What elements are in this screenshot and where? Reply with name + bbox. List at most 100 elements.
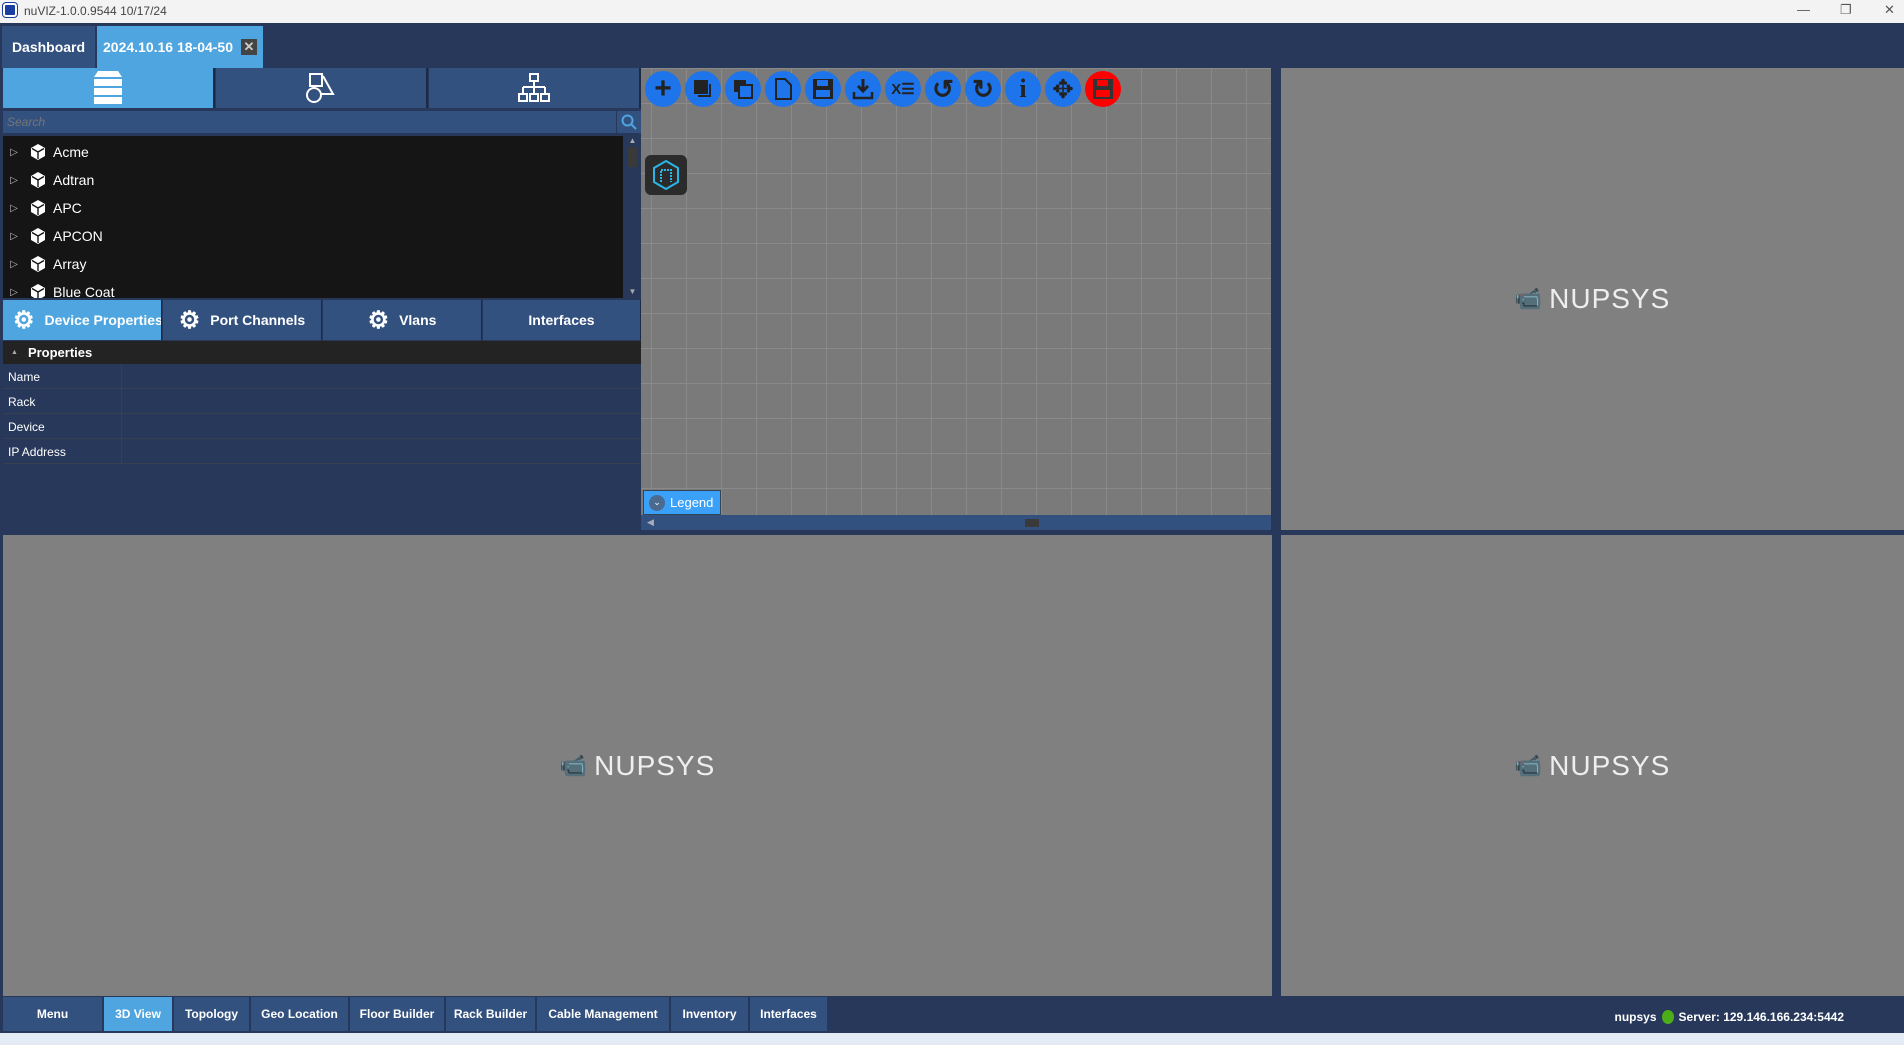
camera-icon: 📹 xyxy=(1514,286,1544,311)
redo-button[interactable]: ↻ xyxy=(965,71,1001,107)
nav-geo-location[interactable]: Geo Location xyxy=(251,997,349,1031)
legend-button[interactable]: ⌄ Legend xyxy=(643,490,721,515)
tree-item[interactable]: ▷ Array xyxy=(3,250,623,278)
undo-button[interactable]: ↺ xyxy=(925,71,961,107)
view-panel-top-right[interactable]: 📹 nupsys xyxy=(1281,68,1904,530)
expand-icon[interactable]: ▷ xyxy=(3,203,25,214)
username: nupsys xyxy=(1614,1010,1657,1024)
scroll-down-icon[interactable]: ▼ xyxy=(624,287,641,296)
scroll-thumb[interactable] xyxy=(628,147,637,167)
restore-button[interactable]: ❐ xyxy=(1840,2,1852,18)
nupsys-hex-button[interactable] xyxy=(645,155,687,195)
add-button[interactable]: + xyxy=(645,71,681,107)
expand-icon[interactable]: ▷ xyxy=(3,287,25,298)
excel-icon: X☰ xyxy=(891,81,915,98)
tab-interfaces[interactable]: Interfaces xyxy=(483,300,641,340)
tree-item[interactable]: ▷ Adtran xyxy=(3,166,623,194)
tab-devices[interactable] xyxy=(3,68,215,108)
tree-item-label: Acme xyxy=(53,144,89,160)
nav-rack-builder[interactable]: Rack Builder xyxy=(446,997,536,1031)
title-bar: nuVIZ-1.0.0.9544 10/17/24 — ❐ ✕ xyxy=(0,0,1904,23)
tab-label: Port Channels xyxy=(210,312,306,328)
nupsys-logo: 📹 nupsys xyxy=(1515,283,1671,315)
duplicate-button[interactable] xyxy=(725,71,761,107)
tree-item-label: APC xyxy=(53,200,82,216)
tree-item[interactable]: ▷ APCON xyxy=(3,222,623,250)
legend-label: Legend xyxy=(670,495,714,510)
nav-label: Geo Location xyxy=(261,1007,338,1021)
view-panel-bottom-right[interactable]: 📹 nupsys xyxy=(1281,535,1904,996)
cube-icon xyxy=(31,172,45,188)
close-tab-icon[interactable]: ✕ xyxy=(241,39,257,55)
logo-text: nupsys xyxy=(1549,283,1671,314)
canvas-horizontal-scrollbar[interactable]: ◀ xyxy=(641,515,1271,530)
tree-item-label: APCON xyxy=(53,228,103,244)
close-window-button[interactable]: ✕ xyxy=(1884,2,1895,18)
tree-item[interactable]: ▷ Blue Coat xyxy=(3,278,623,298)
nav-topology[interactable]: Topology xyxy=(174,997,250,1031)
scroll-left-icon[interactable]: ◀ xyxy=(647,517,654,528)
window-title: nuVIZ-1.0.0.9544 10/17/24 xyxy=(24,4,167,18)
property-row: Name xyxy=(3,364,641,389)
tab-session[interactable]: 2024.10.16 18-04-50 ✕ xyxy=(97,26,263,68)
document-tabs: Dashboard 2024.10.16 18-04-50 ✕ xyxy=(0,23,1904,68)
undo-icon: ↺ xyxy=(932,73,954,104)
scroll-thumb[interactable] xyxy=(1025,519,1039,527)
hierarchy-icon xyxy=(518,73,550,102)
minimize-button[interactable]: — xyxy=(1797,2,1810,17)
property-value[interactable] xyxy=(122,414,641,438)
tab-shapes[interactable] xyxy=(216,68,428,108)
nav-3d-view[interactable]: 3D View xyxy=(104,997,173,1031)
redo-icon: ↻ xyxy=(972,73,994,104)
tree-item-label: Blue Coat xyxy=(53,284,115,298)
tab-port-channels[interactable]: ⚙ Port Channels xyxy=(163,300,322,340)
copy-button[interactable] xyxy=(685,71,721,107)
tab-label: 2024.10.16 18-04-50 xyxy=(103,39,233,55)
new-file-button[interactable] xyxy=(765,71,801,107)
search-icon xyxy=(621,114,637,130)
property-value[interactable] xyxy=(122,439,641,463)
nav-cable-management[interactable]: Cable Management xyxy=(537,997,670,1031)
view-panel-3d[interactable]: 📹 nupsys xyxy=(3,535,1272,996)
expand-icon[interactable]: ▷ xyxy=(3,231,25,242)
tab-hierarchy[interactable] xyxy=(429,68,641,108)
scroll-up-icon[interactable]: ▲ xyxy=(624,136,641,145)
nav-label: Floor Builder xyxy=(359,1007,435,1021)
expand-icon[interactable]: ▷ xyxy=(3,147,25,158)
tab-vlans[interactable]: ⚙ Vlans xyxy=(323,300,482,340)
nav-label: 3D View xyxy=(115,1007,161,1021)
nav-interfaces[interactable]: Interfaces xyxy=(750,997,828,1031)
tree-item[interactable]: ▷ Acme xyxy=(3,138,623,166)
property-value[interactable] xyxy=(122,364,641,388)
search-input[interactable] xyxy=(3,111,616,133)
tree-item[interactable]: ▷ APC xyxy=(3,194,623,222)
save-button[interactable] xyxy=(805,71,841,107)
tab-device-properties[interactable]: ⚙ Device Properties xyxy=(3,300,162,340)
nav-label: Cable Management xyxy=(548,1007,658,1021)
search-button[interactable] xyxy=(617,111,641,133)
logo-text: nupsys xyxy=(1549,749,1671,781)
export-excel-button[interactable]: X☰ xyxy=(885,71,921,107)
collapse-icon[interactable]: ▲ xyxy=(11,349,18,356)
nav-menu[interactable]: Menu xyxy=(3,997,103,1031)
tree-scrollbar[interactable]: ▲ ▼ xyxy=(624,136,641,298)
chevron-down-icon: ⌄ xyxy=(649,494,665,511)
info-button[interactable]: i xyxy=(1005,71,1041,107)
download-button[interactable] xyxy=(845,71,881,107)
tab-dashboard[interactable]: Dashboard xyxy=(2,26,95,68)
new-file-icon xyxy=(775,78,792,100)
nav-label: Interfaces xyxy=(760,1007,817,1021)
save-red-button[interactable] xyxy=(1085,71,1121,107)
expand-icon[interactable]: ▷ xyxy=(3,259,25,270)
expand-icon[interactable]: ▷ xyxy=(3,175,25,186)
property-value[interactable] xyxy=(122,389,641,413)
nav-inventory[interactable]: Inventory xyxy=(671,997,749,1031)
nav-label: Topology xyxy=(184,1007,239,1021)
nav-floor-builder[interactable]: Floor Builder xyxy=(350,997,445,1031)
move-button[interactable]: ✥ xyxy=(1045,71,1081,107)
vendor-tree: ▷ Acme ▷ Adtran ▷ APC ▷ APCON ▷ Array ▷ Blue C… xyxy=(3,136,623,298)
floor-canvas[interactable] xyxy=(641,68,1271,515)
properties-header[interactable]: ▲ Properties xyxy=(3,341,641,364)
tree-item-label: Array xyxy=(53,256,87,272)
cube-icon xyxy=(31,228,45,244)
